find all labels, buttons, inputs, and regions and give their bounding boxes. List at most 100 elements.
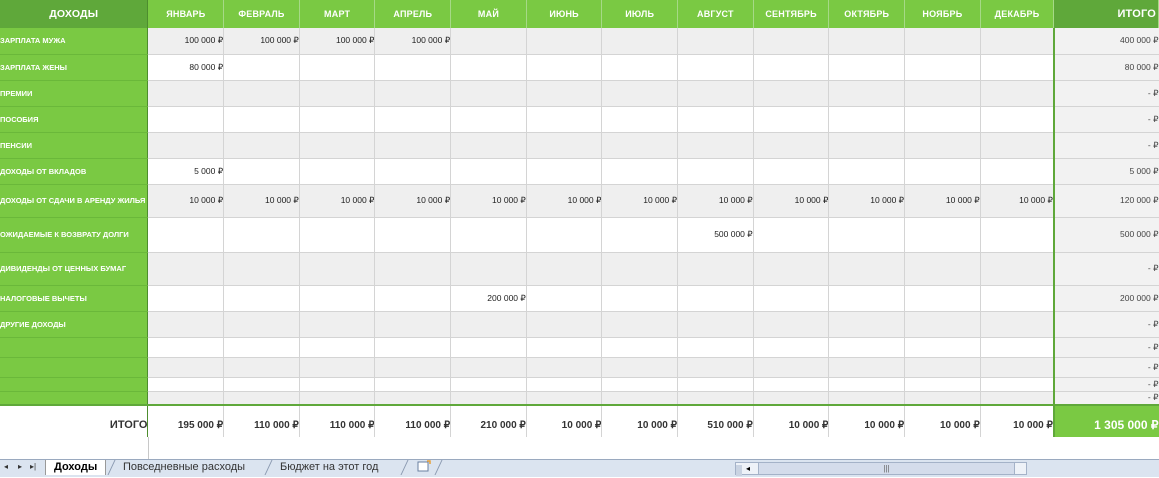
table-cell[interactable] bbox=[904, 377, 981, 392]
table-cell[interactable]: 10 000 ₽ bbox=[223, 184, 300, 218]
table-cell[interactable] bbox=[601, 391, 679, 406]
table-cell[interactable] bbox=[526, 337, 603, 358]
table-cell[interactable] bbox=[828, 252, 906, 286]
row-label[interactable]: ДИВИДЕНДЫ ОТ ЦЕННЫХ БУМАГ bbox=[0, 252, 149, 286]
table-cell[interactable] bbox=[147, 80, 225, 107]
table-cell[interactable] bbox=[526, 158, 603, 185]
table-cell[interactable] bbox=[526, 357, 603, 378]
table-cell[interactable] bbox=[299, 357, 376, 378]
row-total-cell[interactable]: 120 000 ₽ bbox=[1052, 184, 1159, 218]
table-cell[interactable] bbox=[753, 106, 830, 133]
header-month[interactable]: ИЮНЬ bbox=[526, 0, 603, 28]
row-label[interactable] bbox=[0, 337, 149, 358]
table-cell[interactable] bbox=[677, 158, 754, 185]
table-cell[interactable] bbox=[904, 285, 981, 312]
table-cell[interactable] bbox=[980, 357, 1055, 378]
table-cell[interactable]: 10 000 ₽ bbox=[526, 184, 603, 218]
table-cell[interactable] bbox=[904, 337, 981, 358]
table-cell[interactable] bbox=[828, 54, 906, 81]
table-cell[interactable] bbox=[601, 106, 679, 133]
table-cell[interactable] bbox=[904, 132, 981, 159]
table-cell[interactable] bbox=[299, 217, 376, 253]
row-label[interactable]: ЗАРПЛАТА МУЖА bbox=[0, 28, 149, 55]
table-cell[interactable] bbox=[904, 28, 981, 55]
tab-year-budget[interactable]: Бюджет на этот год bbox=[272, 460, 386, 475]
table-cell[interactable]: 10 000 ₽ bbox=[677, 184, 754, 218]
table-cell[interactable] bbox=[980, 337, 1055, 358]
table-cell[interactable] bbox=[677, 357, 754, 378]
header-month[interactable]: ОКТЯБРЬ bbox=[828, 0, 906, 28]
table-cell[interactable] bbox=[828, 106, 906, 133]
last-sheet-button[interactable]: ▸| bbox=[30, 462, 36, 471]
table-cell[interactable] bbox=[526, 80, 603, 107]
table-cell[interactable] bbox=[753, 80, 830, 107]
scroll-left-icon[interactable]: ◂ bbox=[746, 463, 750, 474]
table-cell[interactable] bbox=[223, 158, 300, 185]
table-cell[interactable] bbox=[904, 54, 981, 81]
table-cell[interactable] bbox=[223, 252, 300, 286]
row-total-cell[interactable]: 500 000 ₽ bbox=[1052, 217, 1159, 253]
row-label[interactable] bbox=[0, 391, 149, 406]
row-label[interactable]: ДОХОДЫ ОТ ВКЛАДОВ bbox=[0, 158, 149, 185]
row-total-cell[interactable]: - ₽ bbox=[1052, 337, 1159, 358]
table-cell[interactable] bbox=[299, 54, 376, 81]
table-cell[interactable] bbox=[828, 357, 906, 378]
scroll-splitter[interactable] bbox=[736, 465, 742, 476]
table-cell[interactable] bbox=[677, 54, 754, 81]
table-cell[interactable] bbox=[904, 158, 981, 185]
table-cell[interactable] bbox=[450, 391, 527, 406]
row-total-cell[interactable]: - ₽ bbox=[1052, 357, 1159, 378]
table-cell[interactable] bbox=[753, 252, 830, 286]
row-label[interactable]: ДОХОДЫ ОТ СДАЧИ В АРЕНДУ ЖИЛЬЯ bbox=[0, 184, 149, 218]
table-cell[interactable] bbox=[601, 285, 679, 312]
table-cell[interactable] bbox=[223, 311, 300, 338]
table-cell[interactable] bbox=[147, 217, 225, 253]
row-total-cell[interactable]: - ₽ bbox=[1052, 391, 1159, 406]
table-cell[interactable] bbox=[601, 158, 679, 185]
table-cell[interactable] bbox=[980, 80, 1055, 107]
table-cell[interactable] bbox=[753, 158, 830, 185]
table-cell[interactable] bbox=[753, 54, 830, 81]
table-cell[interactable] bbox=[147, 106, 225, 133]
table-cell[interactable] bbox=[299, 377, 376, 392]
table-cell[interactable]: 10 000 ₽ bbox=[299, 184, 376, 218]
table-cell[interactable] bbox=[299, 391, 376, 406]
table-cell[interactable] bbox=[299, 106, 376, 133]
table-cell[interactable] bbox=[374, 158, 452, 185]
row-total-cell[interactable]: - ₽ bbox=[1052, 377, 1159, 392]
table-cell[interactable] bbox=[374, 391, 452, 406]
table-cell[interactable] bbox=[450, 80, 527, 107]
table-cell[interactable] bbox=[299, 132, 376, 159]
row-total-cell[interactable]: - ₽ bbox=[1052, 106, 1159, 133]
table-cell[interactable] bbox=[904, 391, 981, 406]
row-label[interactable]: ПОСОБИЯ bbox=[0, 106, 149, 133]
table-cell[interactable] bbox=[526, 285, 603, 312]
empty-row[interactable] bbox=[0, 437, 1159, 459]
table-cell[interactable] bbox=[223, 106, 300, 133]
header-month[interactable]: ИЮЛЬ bbox=[601, 0, 679, 28]
table-cell[interactable] bbox=[147, 285, 225, 312]
table-cell[interactable]: 100 000 ₽ bbox=[223, 28, 300, 55]
table-cell[interactable] bbox=[147, 377, 225, 392]
table-cell[interactable] bbox=[601, 54, 679, 81]
table-cell[interactable] bbox=[299, 311, 376, 338]
table-cell[interactable] bbox=[753, 311, 830, 338]
table-cell[interactable] bbox=[147, 357, 225, 378]
table-cell[interactable] bbox=[828, 217, 906, 253]
table-cell[interactable] bbox=[374, 252, 452, 286]
table-cell[interactable] bbox=[904, 311, 981, 338]
table-cell[interactable]: 200 000 ₽ bbox=[450, 285, 527, 312]
tab-daily-expenses[interactable]: Повседневные расходы bbox=[115, 460, 253, 475]
table-cell[interactable] bbox=[450, 337, 527, 358]
table-cell[interactable] bbox=[677, 391, 754, 406]
table-cell[interactable] bbox=[223, 357, 300, 378]
header-month[interactable]: АПРЕЛЬ bbox=[374, 0, 452, 28]
table-cell[interactable] bbox=[223, 337, 300, 358]
table-cell[interactable] bbox=[526, 252, 603, 286]
table-cell[interactable] bbox=[677, 311, 754, 338]
row-total-cell[interactable]: - ₽ bbox=[1052, 311, 1159, 338]
table-cell[interactable] bbox=[904, 217, 981, 253]
table-cell[interactable]: 10 000 ₽ bbox=[904, 184, 981, 218]
table-cell[interactable] bbox=[374, 132, 452, 159]
horizontal-scrollbar[interactable]: ◂ ||| bbox=[735, 462, 1027, 476]
